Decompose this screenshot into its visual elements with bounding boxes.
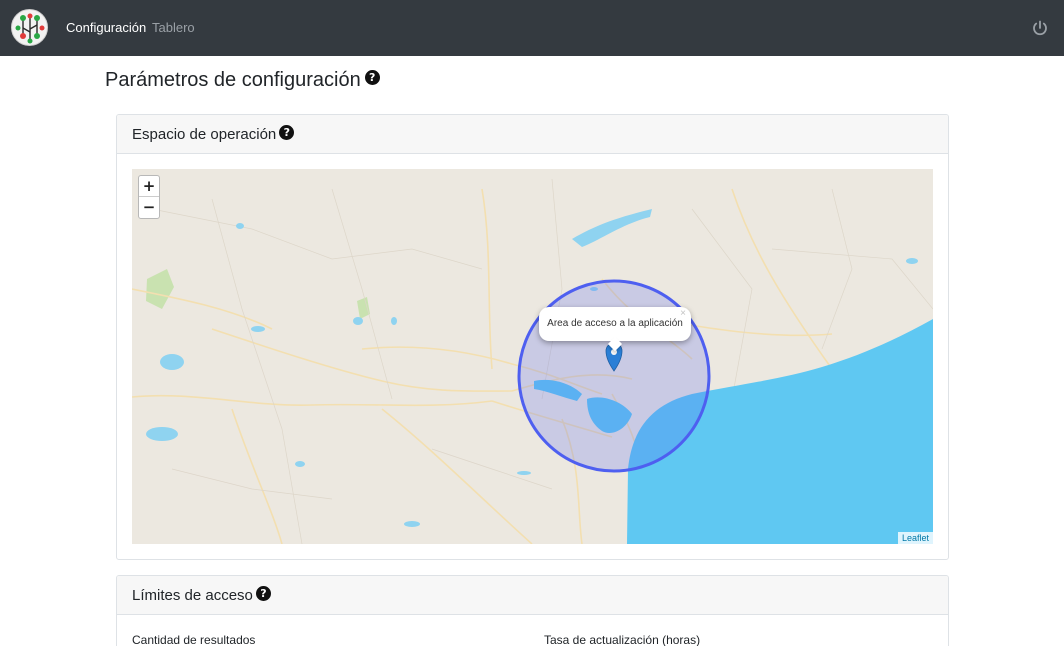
results-count-label: Cantidad de resultados: [132, 633, 256, 646]
top-navbar: Configuración Tablero: [0, 0, 1064, 56]
operation-space-card: Espacio de operación? + − × Area de acce…: [116, 114, 949, 560]
app-logo[interactable]: [11, 9, 48, 46]
card-title: Espacio de operación: [132, 126, 277, 143]
page-title: Parámetros de configuración?: [105, 68, 380, 92]
zoom-out-button[interactable]: −: [139, 197, 159, 218]
map-attribution-link[interactable]: Leaflet: [897, 532, 933, 544]
card-header: Espacio de operación?: [117, 115, 948, 154]
zoom-in-button[interactable]: +: [139, 176, 159, 197]
map-popup: × Area de acceso a la aplicación: [539, 307, 691, 352]
help-icon[interactable]: ?: [364, 70, 380, 85]
page-title-text: Parámetros de configuración: [105, 69, 361, 91]
help-icon[interactable]: ?: [279, 125, 295, 140]
popup-text: Area de acceso a la aplicación: [547, 318, 683, 329]
card-header: Límites de acceso?: [117, 576, 948, 615]
access-limits-card: Límites de acceso? Cantidad de resultado…: [116, 575, 949, 646]
map-tiles: [132, 169, 933, 544]
nav-configuracion[interactable]: Configuración: [66, 20, 146, 35]
update-rate-label: Tasa de actualización (horas): [544, 633, 701, 646]
help-icon[interactable]: ?: [255, 586, 271, 601]
power-icon[interactable]: [1031, 19, 1049, 37]
zoom-control: + −: [138, 175, 160, 219]
map-view[interactable]: + − × Area de acceso a la aplicación Lea…: [132, 169, 933, 544]
card-title: Límites de acceso: [132, 587, 253, 604]
nav-tablero[interactable]: Tablero: [152, 20, 195, 35]
